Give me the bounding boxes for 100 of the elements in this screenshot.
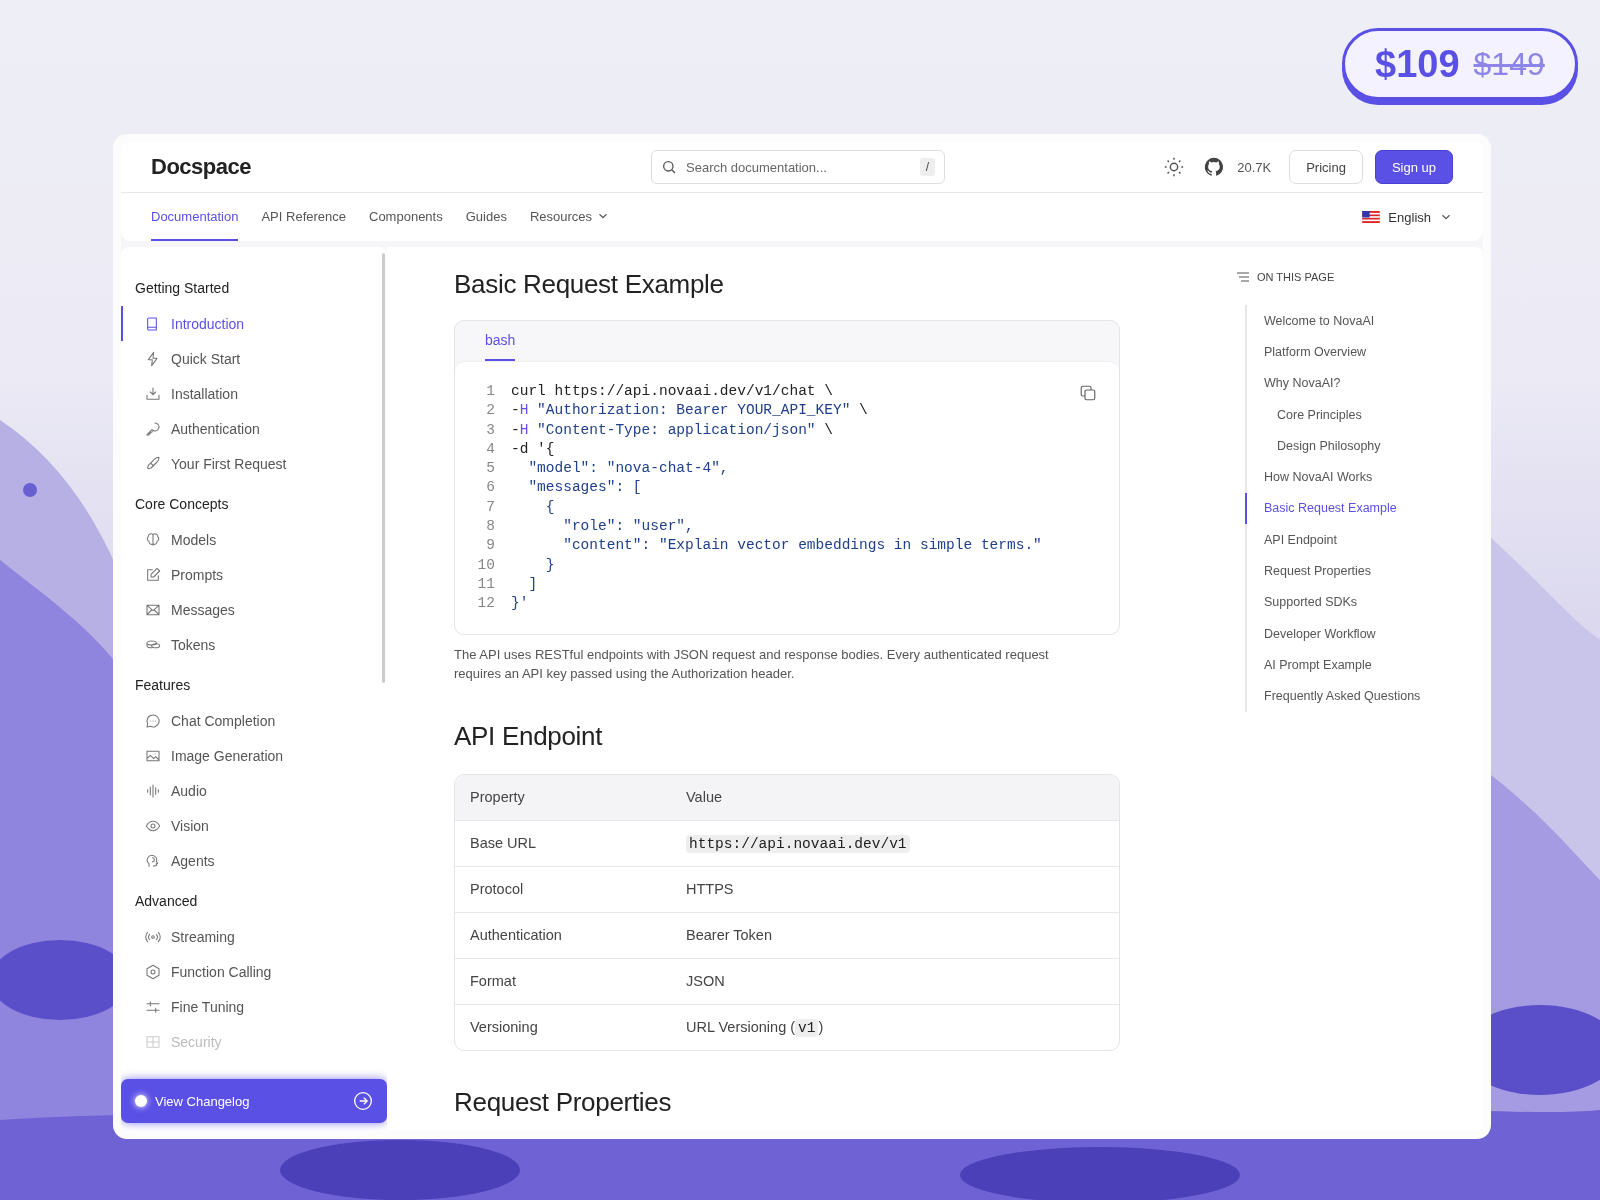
toc-link[interactable]: AI Prompt Example [1245, 649, 1483, 681]
section-heading: Request Properties [454, 1086, 673, 1118]
toc-link[interactable]: API Endpoint [1245, 524, 1483, 556]
github-icon[interactable] [1203, 156, 1226, 178]
sidebar-item[interactable]: Function Calling [121, 954, 387, 989]
section-title: Advanced [134, 892, 199, 911]
table-cell-text: Versioning [469, 1019, 539, 1036]
column-header: Property [469, 789, 526, 806]
code-line: -H "Authorization: Bearer YOUR_API_KEY" \ [511, 401, 868, 421]
logo: Docspace [151, 154, 252, 180]
sidebar-item[interactable]: Image Generation [121, 738, 387, 773]
sidebar-item[interactable]: Quick Start [121, 341, 387, 376]
lightning-icon [145, 350, 161, 367]
sidebar-item[interactable]: Authentication [121, 411, 387, 446]
section-title: Getting Started [134, 279, 231, 298]
toc-link[interactable]: Supported SDKs [1245, 586, 1483, 618]
line-number: 6 [485, 478, 496, 498]
section-heading: Basic Request Example [454, 269, 725, 300]
sidebar-item[interactable]: Streaming [121, 919, 387, 954]
code-line: "model": "nova-chat-4", [527, 459, 729, 479]
chat-bubble-icon [145, 712, 161, 729]
code-line: "role": "user", [562, 517, 694, 537]
hexagon-icon [145, 963, 161, 980]
download-tray-icon [145, 385, 161, 402]
nav-tab[interactable]: Resources [529, 193, 611, 241]
table-cell-text: Protocol [469, 881, 525, 898]
toc-link[interactable]: Core Principles [1245, 398, 1483, 431]
code-line: -d '{ [511, 439, 555, 459]
pricing-button[interactable]: Pricing [1289, 150, 1363, 184]
toc-link[interactable]: Why NovaAI? [1245, 367, 1483, 399]
line-number: 9 [485, 536, 496, 556]
toc-link[interactable]: Design Philosophy [1245, 430, 1483, 462]
sidebar-item[interactable]: Messages [121, 592, 387, 627]
line-number: 11 [476, 574, 496, 594]
section-title: Features [134, 676, 192, 695]
toc-link[interactable]: Frequently Asked Questions [1245, 680, 1483, 712]
code-line: -H "Content-Type: application/json" \ [511, 420, 833, 440]
sidebar-item[interactable]: Chat Completion [121, 703, 387, 738]
head-icon [145, 852, 161, 869]
line-number: 10 [476, 555, 496, 575]
star-count: 20.7K [1237, 159, 1272, 175]
arrow-circle-icon [353, 1091, 373, 1111]
code-line: }' [511, 594, 529, 614]
line-number: 7 [485, 497, 496, 517]
line-number: 3 [485, 420, 496, 440]
sidebar-item[interactable]: Your First Request [121, 446, 387, 481]
menu-icon [1235, 269, 1251, 285]
line-number: 5 [485, 459, 496, 479]
table-cell-text: Bearer Token [685, 927, 772, 944]
sound-wave-icon [145, 782, 161, 799]
code-line: { [544, 497, 555, 517]
table-cell-text: JSON [685, 973, 725, 990]
table-cell-text: Format [469, 973, 517, 990]
changelog-button[interactable]: View Changelog [121, 1079, 387, 1123]
nav-tab[interactable]: API Reference [261, 193, 346, 241]
code-line: ] [527, 574, 538, 594]
brain-icon [145, 531, 161, 548]
sidebar-item[interactable]: Installation [121, 376, 387, 411]
sidebar-item[interactable]: Fine Tuning [121, 989, 387, 1024]
line-number: 12 [476, 594, 496, 614]
description-text: The API uses RESTful endpoints with JSON request and response bodies. Every authenticated request requires an API key passed using the Authorization header. [454, 645, 1050, 683]
old-price: $149 [1473, 45, 1545, 83]
sign-up-button[interactable]: Sign up [1374, 150, 1453, 184]
scrollbar[interactable] [382, 253, 385, 683]
section-heading: API Endpoint [454, 720, 604, 752]
search-icon [661, 159, 677, 175]
toc-link[interactable]: Welcome to NovaAI [1245, 305, 1483, 337]
code-line: curl https://api.novaai.dev/v1/chat \ [511, 382, 833, 401]
sidebar-item[interactable]: Agents [121, 843, 387, 878]
code-line: } [544, 555, 555, 575]
sidebar-item[interactable]: Prompts [121, 557, 387, 592]
code-line: "messages": [ [527, 478, 642, 498]
sliders-icon [145, 998, 161, 1015]
line-number: 4 [485, 439, 496, 459]
line-number: 8 [485, 517, 496, 537]
toc-link[interactable]: How NovaAI Works [1245, 461, 1483, 493]
toc-title: ON THIS PAGE [1257, 271, 1335, 283]
section-title: Core Concepts [134, 495, 230, 514]
sidebar-item[interactable]: Models [121, 522, 387, 557]
table-cell-text: Base URL [469, 835, 538, 852]
sidebar-item[interactable]: Audio [121, 773, 387, 808]
flag-icon [1362, 211, 1381, 223]
toc-link[interactable]: Developer Workflow [1245, 617, 1483, 650]
language-select[interactable]: English [1362, 193, 1453, 241]
sidebar-item[interactable]: Vision [121, 808, 387, 843]
grid-icon [145, 1033, 161, 1050]
sun-icon[interactable] [1163, 156, 1186, 178]
column-header: Value [685, 789, 722, 806]
sidebar-item[interactable]: Tokens [121, 627, 387, 662]
table-cell-text: HTTPS [685, 881, 734, 898]
copy-icon[interactable] [1079, 384, 1097, 402]
toc-link[interactable]: Request Properties [1245, 555, 1483, 587]
toc-link[interactable]: Platform Overview [1245, 336, 1483, 368]
nav-tab[interactable]: Components [369, 193, 443, 241]
table-cell-text: URL Versioning ( v1 ) [685, 1018, 824, 1036]
price: $109 [1375, 42, 1460, 86]
nav-tab[interactable]: Guides [465, 193, 507, 241]
table-cell-text: Authentication [469, 927, 563, 944]
toc-link[interactable]: Basic Request Example [1245, 492, 1483, 525]
nav-tab[interactable]: Documentation [151, 193, 239, 241]
